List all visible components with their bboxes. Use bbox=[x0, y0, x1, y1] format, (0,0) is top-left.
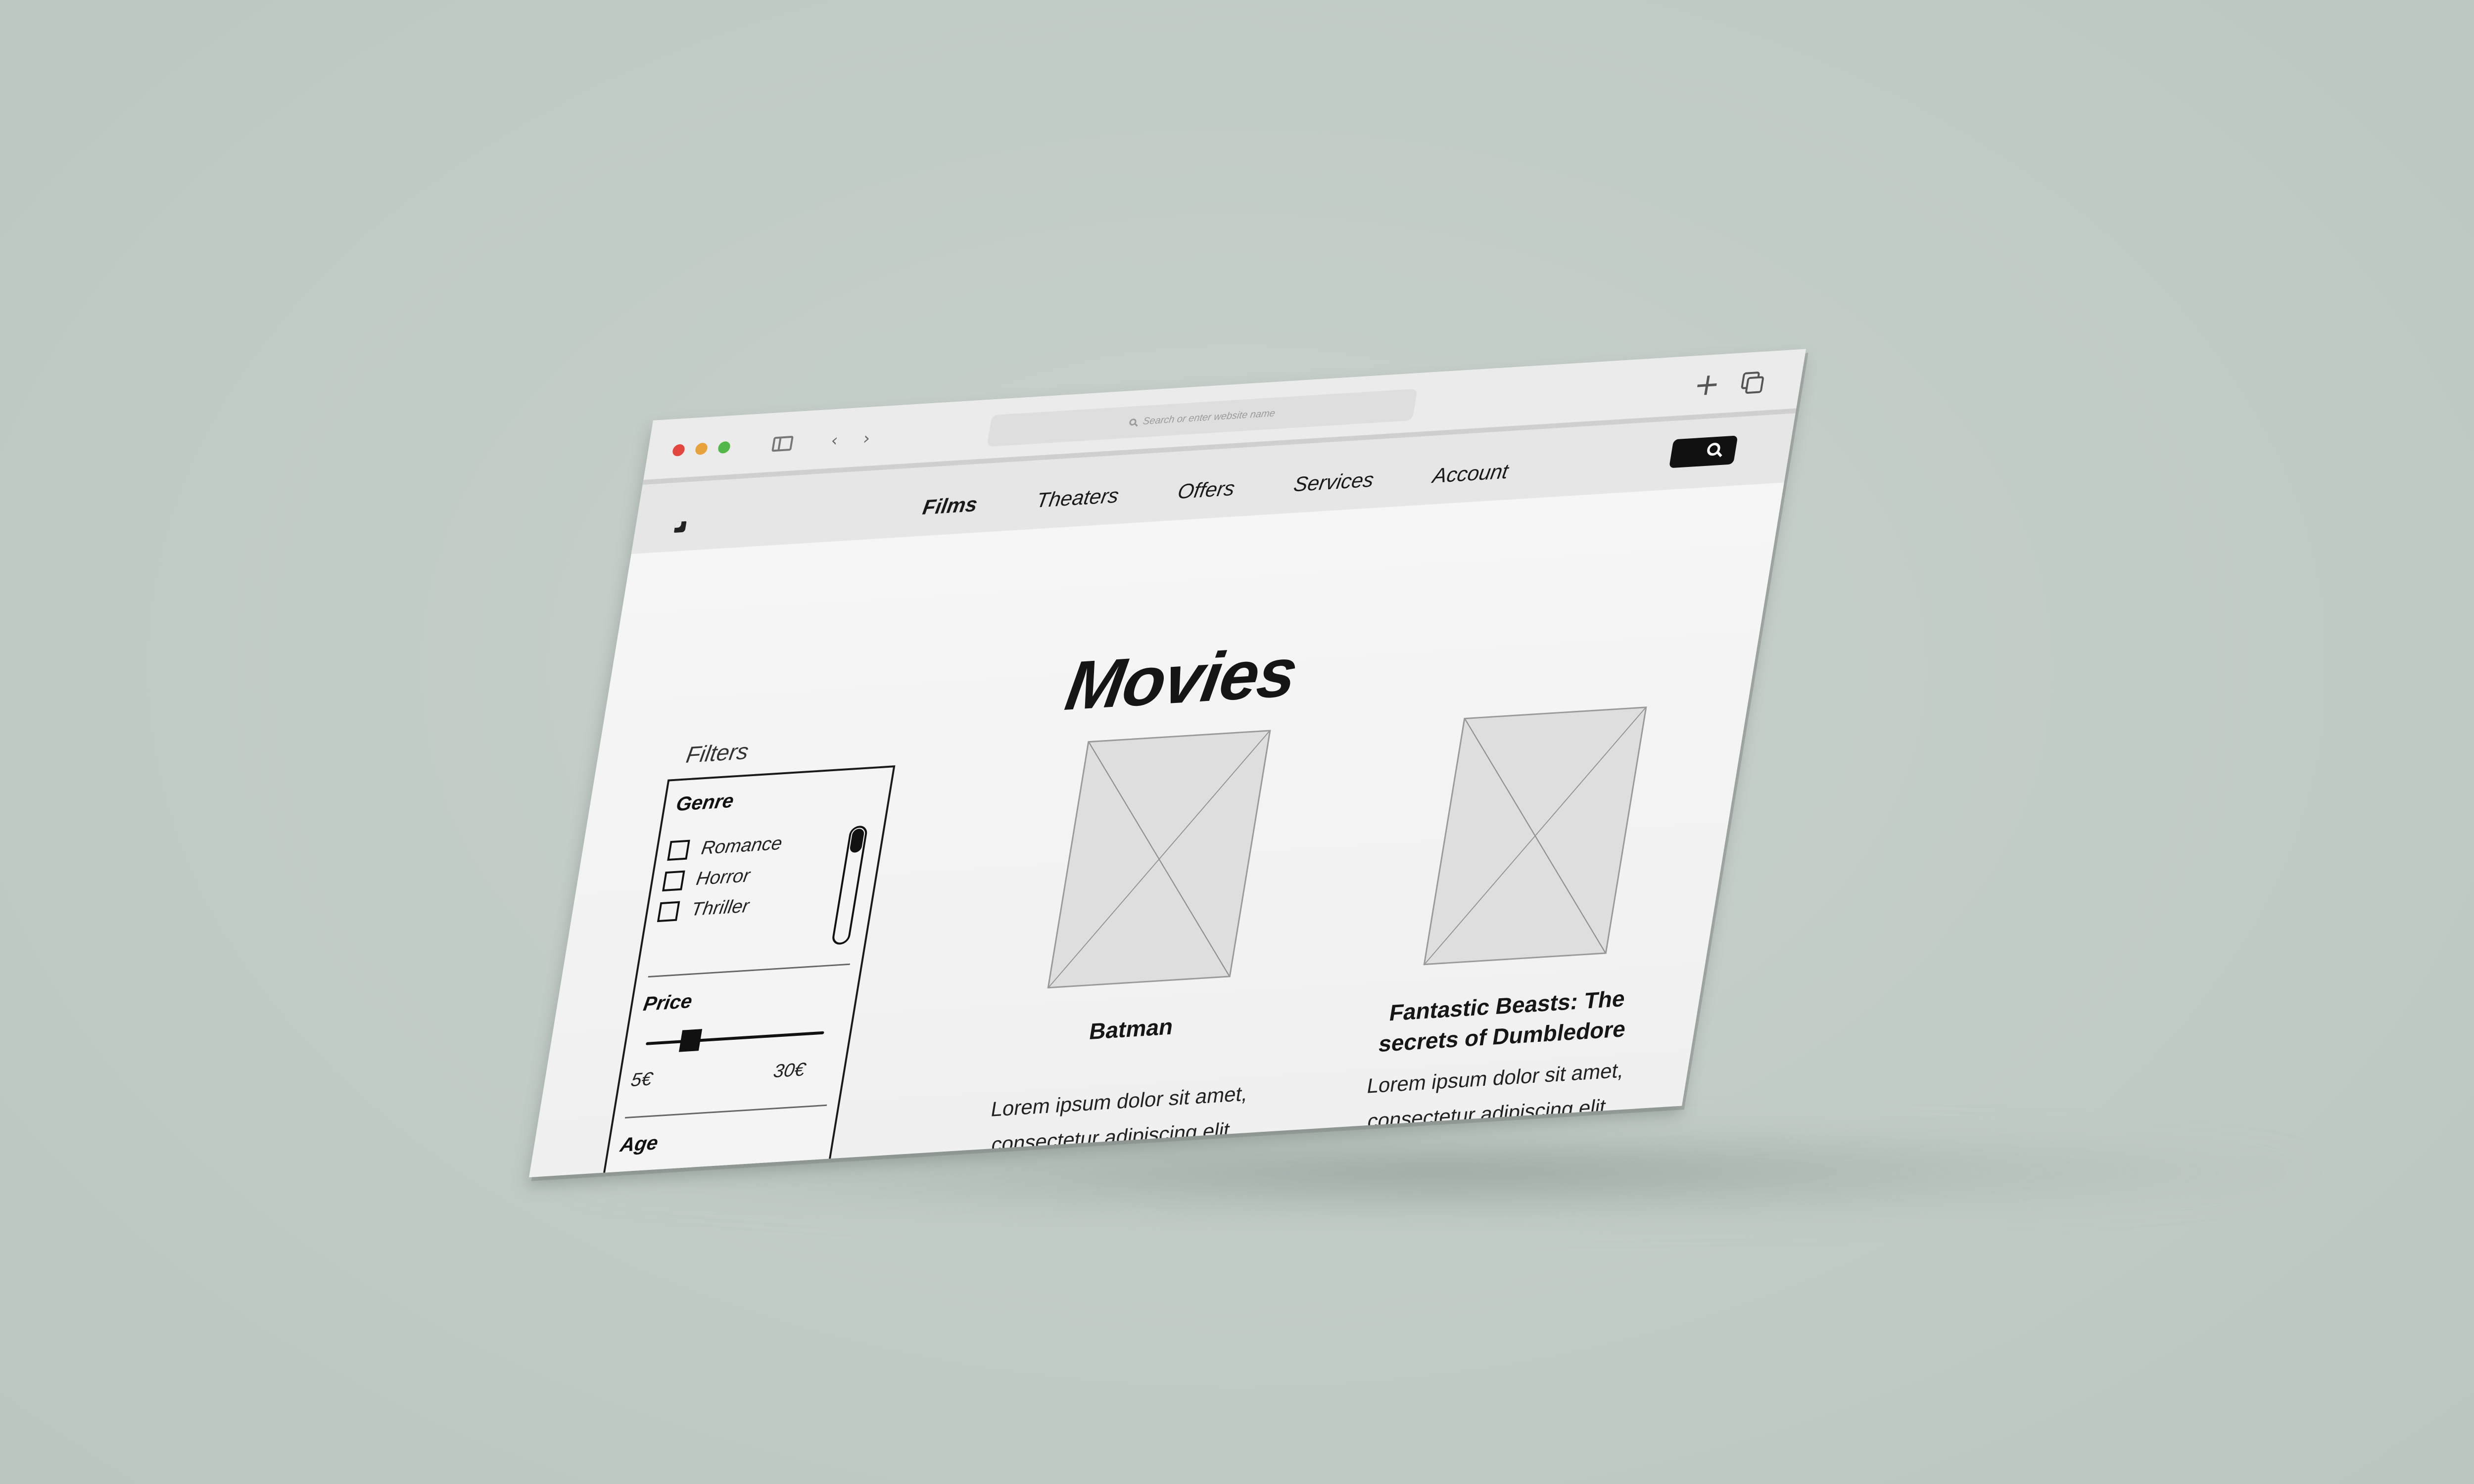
genre-scrollbar-thumb[interactable] bbox=[849, 828, 865, 853]
image-placeholder-icon bbox=[1425, 708, 1646, 964]
nav-item-account[interactable]: Account bbox=[1431, 460, 1510, 488]
back-arrow-icon[interactable]: ‹ bbox=[822, 429, 847, 452]
movie-description: Lorem ipsum dolor sit amet, consectetur … bbox=[982, 1076, 1251, 1163]
browser-mockup: ‹ › Search or enter website name + Films… bbox=[0, 0, 2474, 1484]
poster-placeholder-image[interactable] bbox=[1423, 706, 1647, 966]
address-placeholder: Search or enter website name bbox=[1142, 407, 1276, 427]
site-search-button[interactable] bbox=[1668, 435, 1738, 468]
plus-icon[interactable]: + bbox=[1690, 366, 1724, 403]
page-content: Movies Filters Genre Romance Horror Thri bbox=[529, 482, 1784, 1177]
nav-item-services[interactable]: Services bbox=[1292, 468, 1376, 497]
genre-scrollbar[interactable] bbox=[831, 825, 868, 945]
filter-divider bbox=[648, 963, 851, 978]
sidebar-toggle-icon[interactable] bbox=[770, 432, 795, 456]
price-max-label: 30€ bbox=[771, 1059, 807, 1082]
price-slider-handle[interactable] bbox=[678, 1029, 703, 1052]
movie-title[interactable]: Batman bbox=[1000, 1006, 1262, 1052]
search-icon bbox=[1128, 418, 1137, 426]
horror-checkbox[interactable] bbox=[662, 870, 685, 891]
backdrop: ‹ › Search or enter website name + Films… bbox=[0, 0, 2474, 1484]
forward-arrow-icon[interactable]: › bbox=[854, 427, 879, 450]
price-min-label: 5€ bbox=[629, 1068, 654, 1091]
genre-option-thriller[interactable]: Thriller bbox=[657, 896, 751, 923]
close-window-button[interactable] bbox=[671, 444, 686, 457]
genre-option-horror[interactable]: Horror bbox=[662, 865, 752, 892]
price-slider[interactable] bbox=[645, 1031, 824, 1045]
filters-heading: Filters bbox=[684, 738, 751, 768]
site-logo[interactable] bbox=[673, 521, 687, 533]
age-label: Age bbox=[618, 1132, 660, 1157]
filter-divider bbox=[624, 1104, 827, 1119]
movie-description: Lorem ipsum dolor sit amet, consectetur … bbox=[1358, 1053, 1627, 1140]
romance-checkbox[interactable] bbox=[667, 839, 690, 861]
nav-item-films[interactable]: Films bbox=[921, 492, 979, 519]
thriller-checkbox[interactable] bbox=[657, 901, 680, 922]
zoom-window-button[interactable] bbox=[717, 441, 731, 454]
horror-label: Horror bbox=[695, 865, 752, 889]
minimize-window-button[interactable] bbox=[694, 442, 709, 456]
nav-item-offers[interactable]: Offers bbox=[1176, 476, 1237, 504]
genre-option-romance[interactable]: Romance bbox=[667, 833, 784, 861]
thriller-label: Thriller bbox=[689, 895, 751, 920]
browser-window: ‹ › Search or enter website name + Films… bbox=[529, 349, 1806, 1177]
poster-placeholder-image[interactable] bbox=[1047, 730, 1271, 989]
image-placeholder-icon bbox=[1049, 731, 1270, 987]
movie-card[interactable]: Batman Lorem ipsum dolor sit amet, conse… bbox=[982, 728, 1308, 1163]
price-label: Price bbox=[642, 990, 694, 1016]
address-bar[interactable]: Search or enter website name bbox=[987, 388, 1418, 447]
tabs-overview-icon[interactable] bbox=[1740, 371, 1767, 396]
filter-panel: Genre Romance Horror Thriller Price 5€ 3… bbox=[601, 765, 896, 1177]
romance-label: Romance bbox=[700, 833, 784, 859]
movie-title[interactable]: Fantastic Beasts: The secrets of Dumbled… bbox=[1371, 982, 1638, 1060]
movie-card[interactable]: Fantastic Beasts: The secrets of Dumbled… bbox=[1358, 704, 1684, 1140]
search-icon bbox=[1706, 442, 1721, 456]
genre-label: Genre bbox=[674, 789, 736, 816]
nav-item-theaters[interactable]: Theaters bbox=[1035, 484, 1120, 512]
